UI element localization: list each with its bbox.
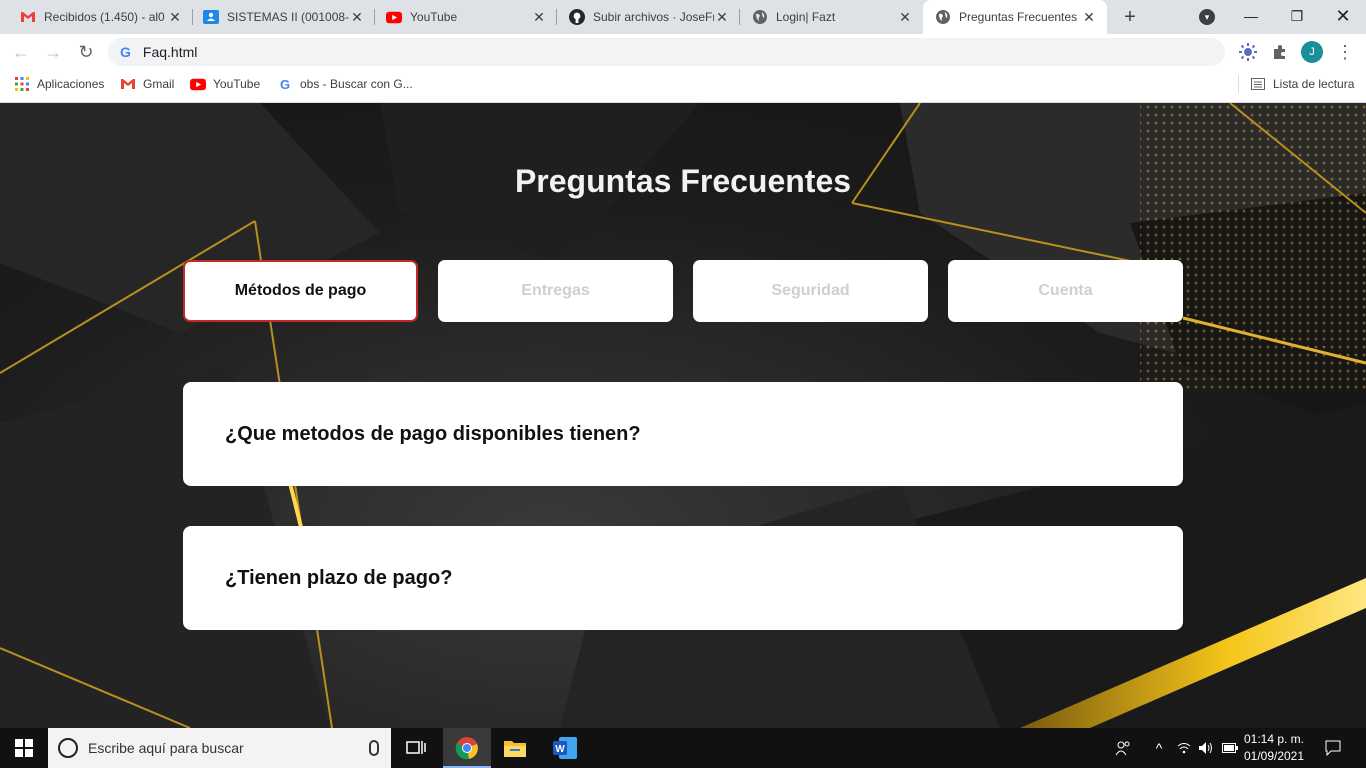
divider xyxy=(1238,75,1239,93)
close-icon[interactable]: ✕ xyxy=(167,9,183,25)
globe-icon xyxy=(935,9,951,25)
windows-logo-icon xyxy=(15,739,33,757)
close-icon[interactable]: ✕ xyxy=(897,9,913,25)
close-icon[interactable]: ✕ xyxy=(714,9,730,25)
system-clock[interactable]: 01:14 p. m. 01/09/2021 xyxy=(1240,731,1308,765)
bookmark-aplicaciones[interactable]: Aplicaciones xyxy=(14,70,104,98)
tab-title: YouTube xyxy=(410,10,458,24)
browser-toolbar: ← → ↻ G J ⋮ xyxy=(0,34,1366,70)
notifications-icon[interactable] xyxy=(1318,728,1348,768)
tab-gmail[interactable]: Recibidos (1.450) - al0 ✕ xyxy=(8,0,193,34)
google-icon: G xyxy=(120,44,131,60)
forward-arrow-icon[interactable]: → xyxy=(41,40,65,64)
apps-grid-icon xyxy=(14,76,30,92)
close-window-button[interactable]: ✕ xyxy=(1320,0,1366,32)
tab-login-fazt[interactable]: Login| Fazt ✕ xyxy=(740,0,923,34)
windows-taskbar: Escribe aquí para buscar W ^ 01:14 p. m.… xyxy=(0,728,1366,768)
microphone-icon[interactable] xyxy=(369,740,379,756)
people-icon[interactable] xyxy=(1110,728,1136,768)
clock-time: 01:14 p. m. xyxy=(1243,732,1305,746)
volume-icon[interactable] xyxy=(1196,728,1216,768)
youtube-icon xyxy=(386,9,402,25)
bookmarks-bar: Aplicaciones Gmail YouTube G obs - Busca… xyxy=(0,70,1366,103)
close-icon[interactable]: ✕ xyxy=(349,9,365,25)
minimize-button[interactable]: — xyxy=(1228,0,1274,32)
back-arrow-icon[interactable]: ← xyxy=(9,40,33,64)
youtube-icon xyxy=(190,76,206,92)
reading-list-icon xyxy=(1250,76,1266,92)
tab-title: Subir archivos · JoseFr xyxy=(593,10,714,24)
github-icon xyxy=(569,9,585,25)
tab-github[interactable]: Subir archivos · JoseFr ✕ xyxy=(557,0,740,34)
bookmark-gmail[interactable]: Gmail xyxy=(120,70,174,98)
bookmark-label: YouTube xyxy=(213,77,261,91)
reading-list-label: Lista de lectura xyxy=(1273,77,1355,91)
category-entregas[interactable]: Entregas xyxy=(438,260,673,322)
extension-sun-icon[interactable] xyxy=(1238,42,1258,62)
gmail-icon xyxy=(20,9,36,25)
battery-icon[interactable] xyxy=(1220,728,1240,768)
tab-strip: Recibidos (1.450) - al0 ✕ SISTEMAS II (0… xyxy=(0,0,1366,34)
restore-button[interactable]: ❐ xyxy=(1274,0,1320,32)
faq-question-plazo[interactable]: ¿Tienen plazo de pago? xyxy=(183,526,1183,630)
bookmark-label: Gmail xyxy=(143,77,175,91)
reading-list-button[interactable]: Lista de lectura xyxy=(1238,70,1354,98)
chrome-taskbar-icon[interactable] xyxy=(443,728,491,768)
file-explorer-icon[interactable] xyxy=(491,728,539,768)
tab-preguntas-frecuentes[interactable]: Preguntas Frecuentes ✕ xyxy=(923,0,1107,34)
extensions-puzzle-icon[interactable] xyxy=(1270,42,1290,62)
bookmark-label: obs - Buscar con G... xyxy=(300,77,413,91)
svg-text:W: W xyxy=(555,744,565,755)
category-seguridad[interactable]: Seguridad xyxy=(693,260,928,322)
task-view-icon[interactable] xyxy=(392,728,440,768)
google-icon: G xyxy=(279,76,291,92)
tab-search-icon[interactable]: ▾ xyxy=(1199,9,1215,25)
address-input[interactable] xyxy=(142,44,1043,60)
tab-title: Preguntas Frecuentes xyxy=(959,10,1078,24)
bookmark-youtube[interactable]: YouTube xyxy=(190,70,260,98)
globe-icon xyxy=(752,9,768,25)
profile-avatar[interactable]: J xyxy=(1301,41,1323,63)
taskbar-search[interactable]: Escribe aquí para buscar xyxy=(48,728,391,768)
category-cuenta[interactable]: Cuenta xyxy=(948,260,1183,322)
tab-title: Login| Fazt xyxy=(776,10,836,24)
faq-page: Preguntas Frecuentes Métodos de pago Ent… xyxy=(0,103,1366,728)
tab-youtube[interactable]: YouTube ✕ xyxy=(374,0,557,34)
clock-date: 01/09/2021 xyxy=(1243,749,1305,763)
wifi-icon[interactable] xyxy=(1174,728,1194,768)
reload-icon[interactable]: ↻ xyxy=(74,40,98,64)
close-icon[interactable]: ✕ xyxy=(1081,9,1097,25)
start-button[interactable] xyxy=(0,728,48,768)
faq-question-metodos[interactable]: ¿Que metodos de pago disponibles tienen? xyxy=(183,382,1183,486)
classroom-icon xyxy=(203,9,219,25)
chevron-up-icon[interactable]: ^ xyxy=(1148,728,1170,768)
page-title: Preguntas Frecuentes xyxy=(514,163,852,199)
address-bar[interactable]: G xyxy=(108,38,1225,66)
gmail-icon xyxy=(120,76,136,92)
tab-classroom[interactable]: SISTEMAS II (001008-5 ✕ xyxy=(191,0,375,34)
category-metodos-de-pago[interactable]: Métodos de pago xyxy=(183,260,418,322)
close-icon[interactable]: ✕ xyxy=(531,9,547,25)
new-tab-button[interactable]: + xyxy=(1118,5,1142,29)
bookmark-label: Aplicaciones xyxy=(37,77,105,91)
taskbar-search-placeholder: Escribe aquí para buscar xyxy=(88,740,244,756)
tab-title: SISTEMAS II (001008-5 xyxy=(227,10,349,24)
bookmark-obs-search[interactable]: G obs - Buscar con G... xyxy=(277,70,413,98)
menu-kebab-icon[interactable]: ⋮ xyxy=(1335,42,1355,62)
tab-title: Recibidos (1.450) - al0 xyxy=(44,10,165,24)
word-icon[interactable]: W xyxy=(541,728,589,768)
cortana-icon xyxy=(58,738,78,758)
